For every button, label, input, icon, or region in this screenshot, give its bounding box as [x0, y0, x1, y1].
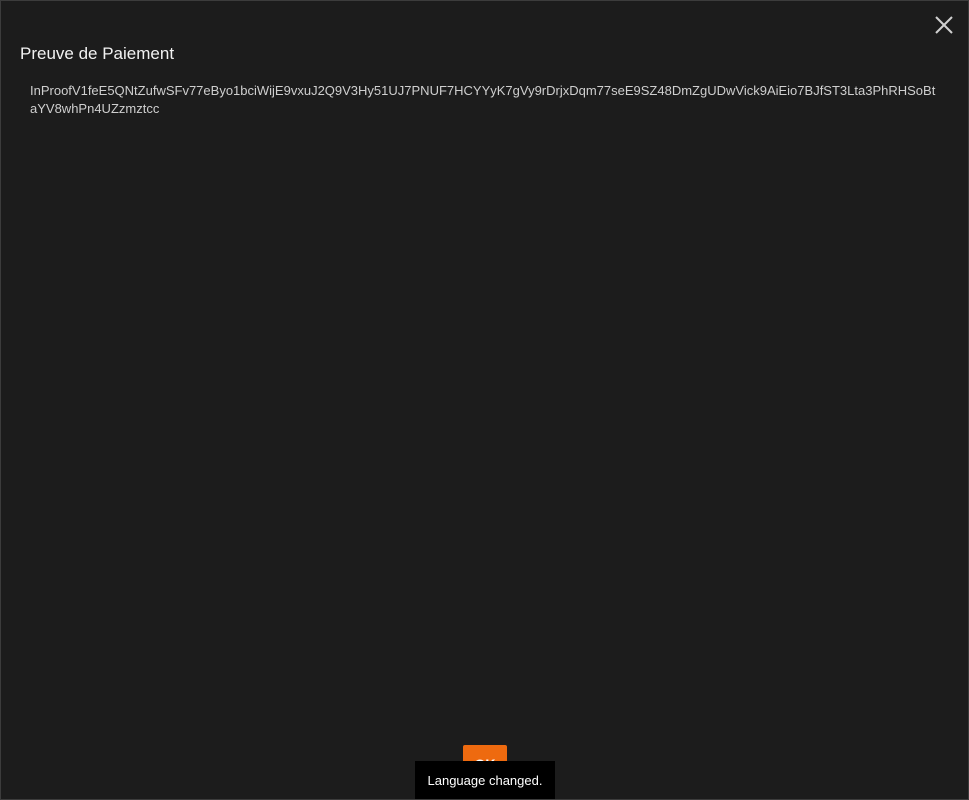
payment-proof-text[interactable]: InProofV1feE5QNtZufwSFv77eByo1bciWijE9vx…	[30, 82, 942, 118]
close-icon	[935, 16, 953, 34]
dialog-title: Preuve de Paiement	[20, 44, 175, 63]
toast-notification: Language changed.	[415, 761, 555, 799]
close-button[interactable]	[933, 14, 955, 36]
payment-proof-dialog: Preuve de Paiement InProofV1feE5QNtZufwS…	[0, 0, 969, 800]
